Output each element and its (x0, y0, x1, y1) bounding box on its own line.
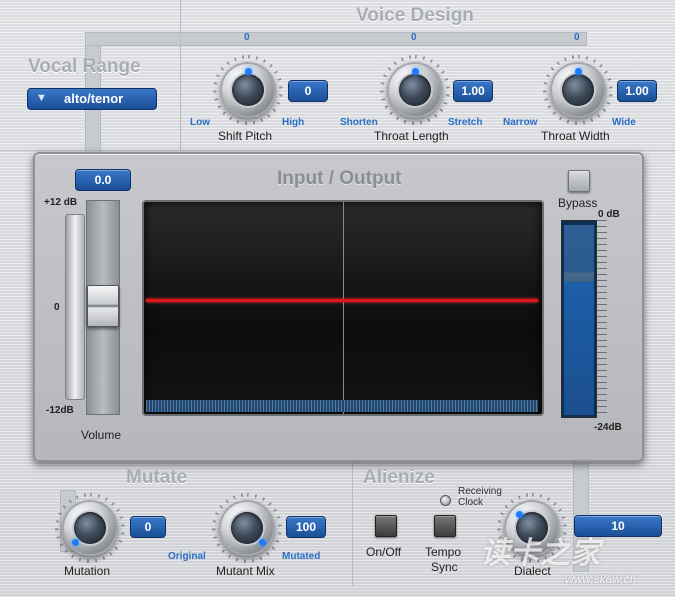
mutation-label: Mutation (64, 564, 111, 578)
receiving-clock-led-icon (440, 495, 451, 506)
input-output-display (142, 200, 544, 416)
watermark-url: www.skaw.cn (565, 572, 637, 586)
mutant-mix-value[interactable]: 100 (286, 516, 326, 538)
section-divider (0, 150, 675, 151)
volume-label: Volume (81, 428, 122, 442)
knob-cap (219, 500, 275, 556)
vocal-range-title: Vocal Range (28, 56, 141, 77)
section-divider (352, 460, 353, 585)
meter-bottom-label: -24dB (594, 422, 622, 433)
throat-length-zero-label: 0 (411, 32, 417, 43)
shift-pitch-max-label: High (282, 117, 305, 128)
receiving-clock-label: Receiving Clock (458, 486, 502, 508)
throat-length-min-label: Shorten (340, 117, 378, 128)
receiving-clock-line2: Clock (458, 497, 484, 508)
throat-length-max-label: Stretch (448, 117, 483, 128)
input-output-title: Input / Output (277, 168, 402, 189)
volume-slider-track[interactable] (65, 214, 85, 400)
knob-indicator-icon (516, 511, 523, 518)
tempo-sync-label: Tempo Sync (425, 545, 461, 575)
throat-width-zero-label: 0 (574, 32, 580, 43)
background-pipe (85, 32, 587, 46)
shift-pitch-min-label: Low (190, 117, 210, 128)
mutant-mix-knob[interactable] (212, 493, 282, 563)
throat-length-label: Throat Length (374, 129, 449, 143)
mutate-title: Mutate (126, 467, 188, 488)
mutation-knob[interactable] (55, 493, 125, 563)
mutant-mix-min-label: Original (168, 551, 206, 562)
alienize-onoff-label: On/Off (366, 545, 402, 559)
volume-scale-bottom: -12dB (46, 405, 74, 416)
vocal-range-dropdown[interactable]: ▼ alto/tenor (27, 88, 157, 110)
throat-width-min-label: Narrow (503, 117, 538, 128)
throat-length-value[interactable]: 1.00 (453, 80, 493, 102)
alienize-title: Alienize (363, 467, 435, 488)
knob-indicator-icon (72, 539, 79, 546)
meter-fill (564, 225, 594, 415)
meter-scale (597, 220, 607, 416)
output-trace-line (146, 299, 538, 302)
volume-value[interactable]: 0.0 (75, 169, 131, 191)
shift-pitch-label: Shift Pitch (218, 129, 273, 143)
tempo-sync-line2: Sync (431, 560, 458, 574)
throat-width-value[interactable]: 1.00 (617, 80, 657, 102)
knob-indicator-icon (245, 68, 252, 75)
mutant-mix-label: Mutant Mix (216, 564, 275, 578)
volume-fader-handle[interactable] (87, 285, 119, 327)
tempo-sync-button[interactable] (434, 515, 456, 537)
knob-cap (62, 500, 118, 556)
shift-pitch-value[interactable]: 0 (288, 80, 328, 102)
bypass-button[interactable] (568, 170, 590, 192)
display-baseline-ticks (146, 400, 538, 412)
shift-pitch-knob[interactable] (213, 55, 283, 125)
watermark-logo: 读卡之家 (480, 537, 600, 570)
throat-width-knob[interactable] (543, 55, 613, 125)
output-level-meter (561, 220, 597, 418)
shift-pitch-zero-label: 0 (244, 32, 250, 43)
knob-indicator-icon (259, 539, 266, 546)
throat-width-label: Throat Width (541, 129, 610, 143)
knob-indicator-icon (575, 68, 582, 75)
throat-width-max-label: Wide (612, 117, 636, 128)
volume-scale-mid: 0 (54, 302, 60, 313)
knob-indicator-icon (412, 68, 419, 75)
bypass-label: Bypass (558, 196, 598, 210)
vocal-range-value: alto/tenor (64, 91, 124, 106)
voice-design-title: Voice Design (356, 5, 474, 26)
section-divider (180, 0, 181, 150)
mutant-mix-max-label: Mutated (282, 551, 321, 562)
throat-length-knob[interactable] (380, 55, 450, 125)
receiving-clock-line1: Receiving (458, 486, 502, 497)
alienize-onoff-button[interactable] (375, 515, 397, 537)
triangle-down-icon: ▼ (36, 92, 47, 104)
volume-scale-top: +12 dB (44, 197, 78, 208)
meter-top-label: 0 dB (598, 209, 620, 220)
display-center-line (343, 202, 344, 414)
tempo-sync-line1: Tempo (425, 545, 462, 559)
mutation-value[interactable]: 0 (130, 516, 166, 538)
